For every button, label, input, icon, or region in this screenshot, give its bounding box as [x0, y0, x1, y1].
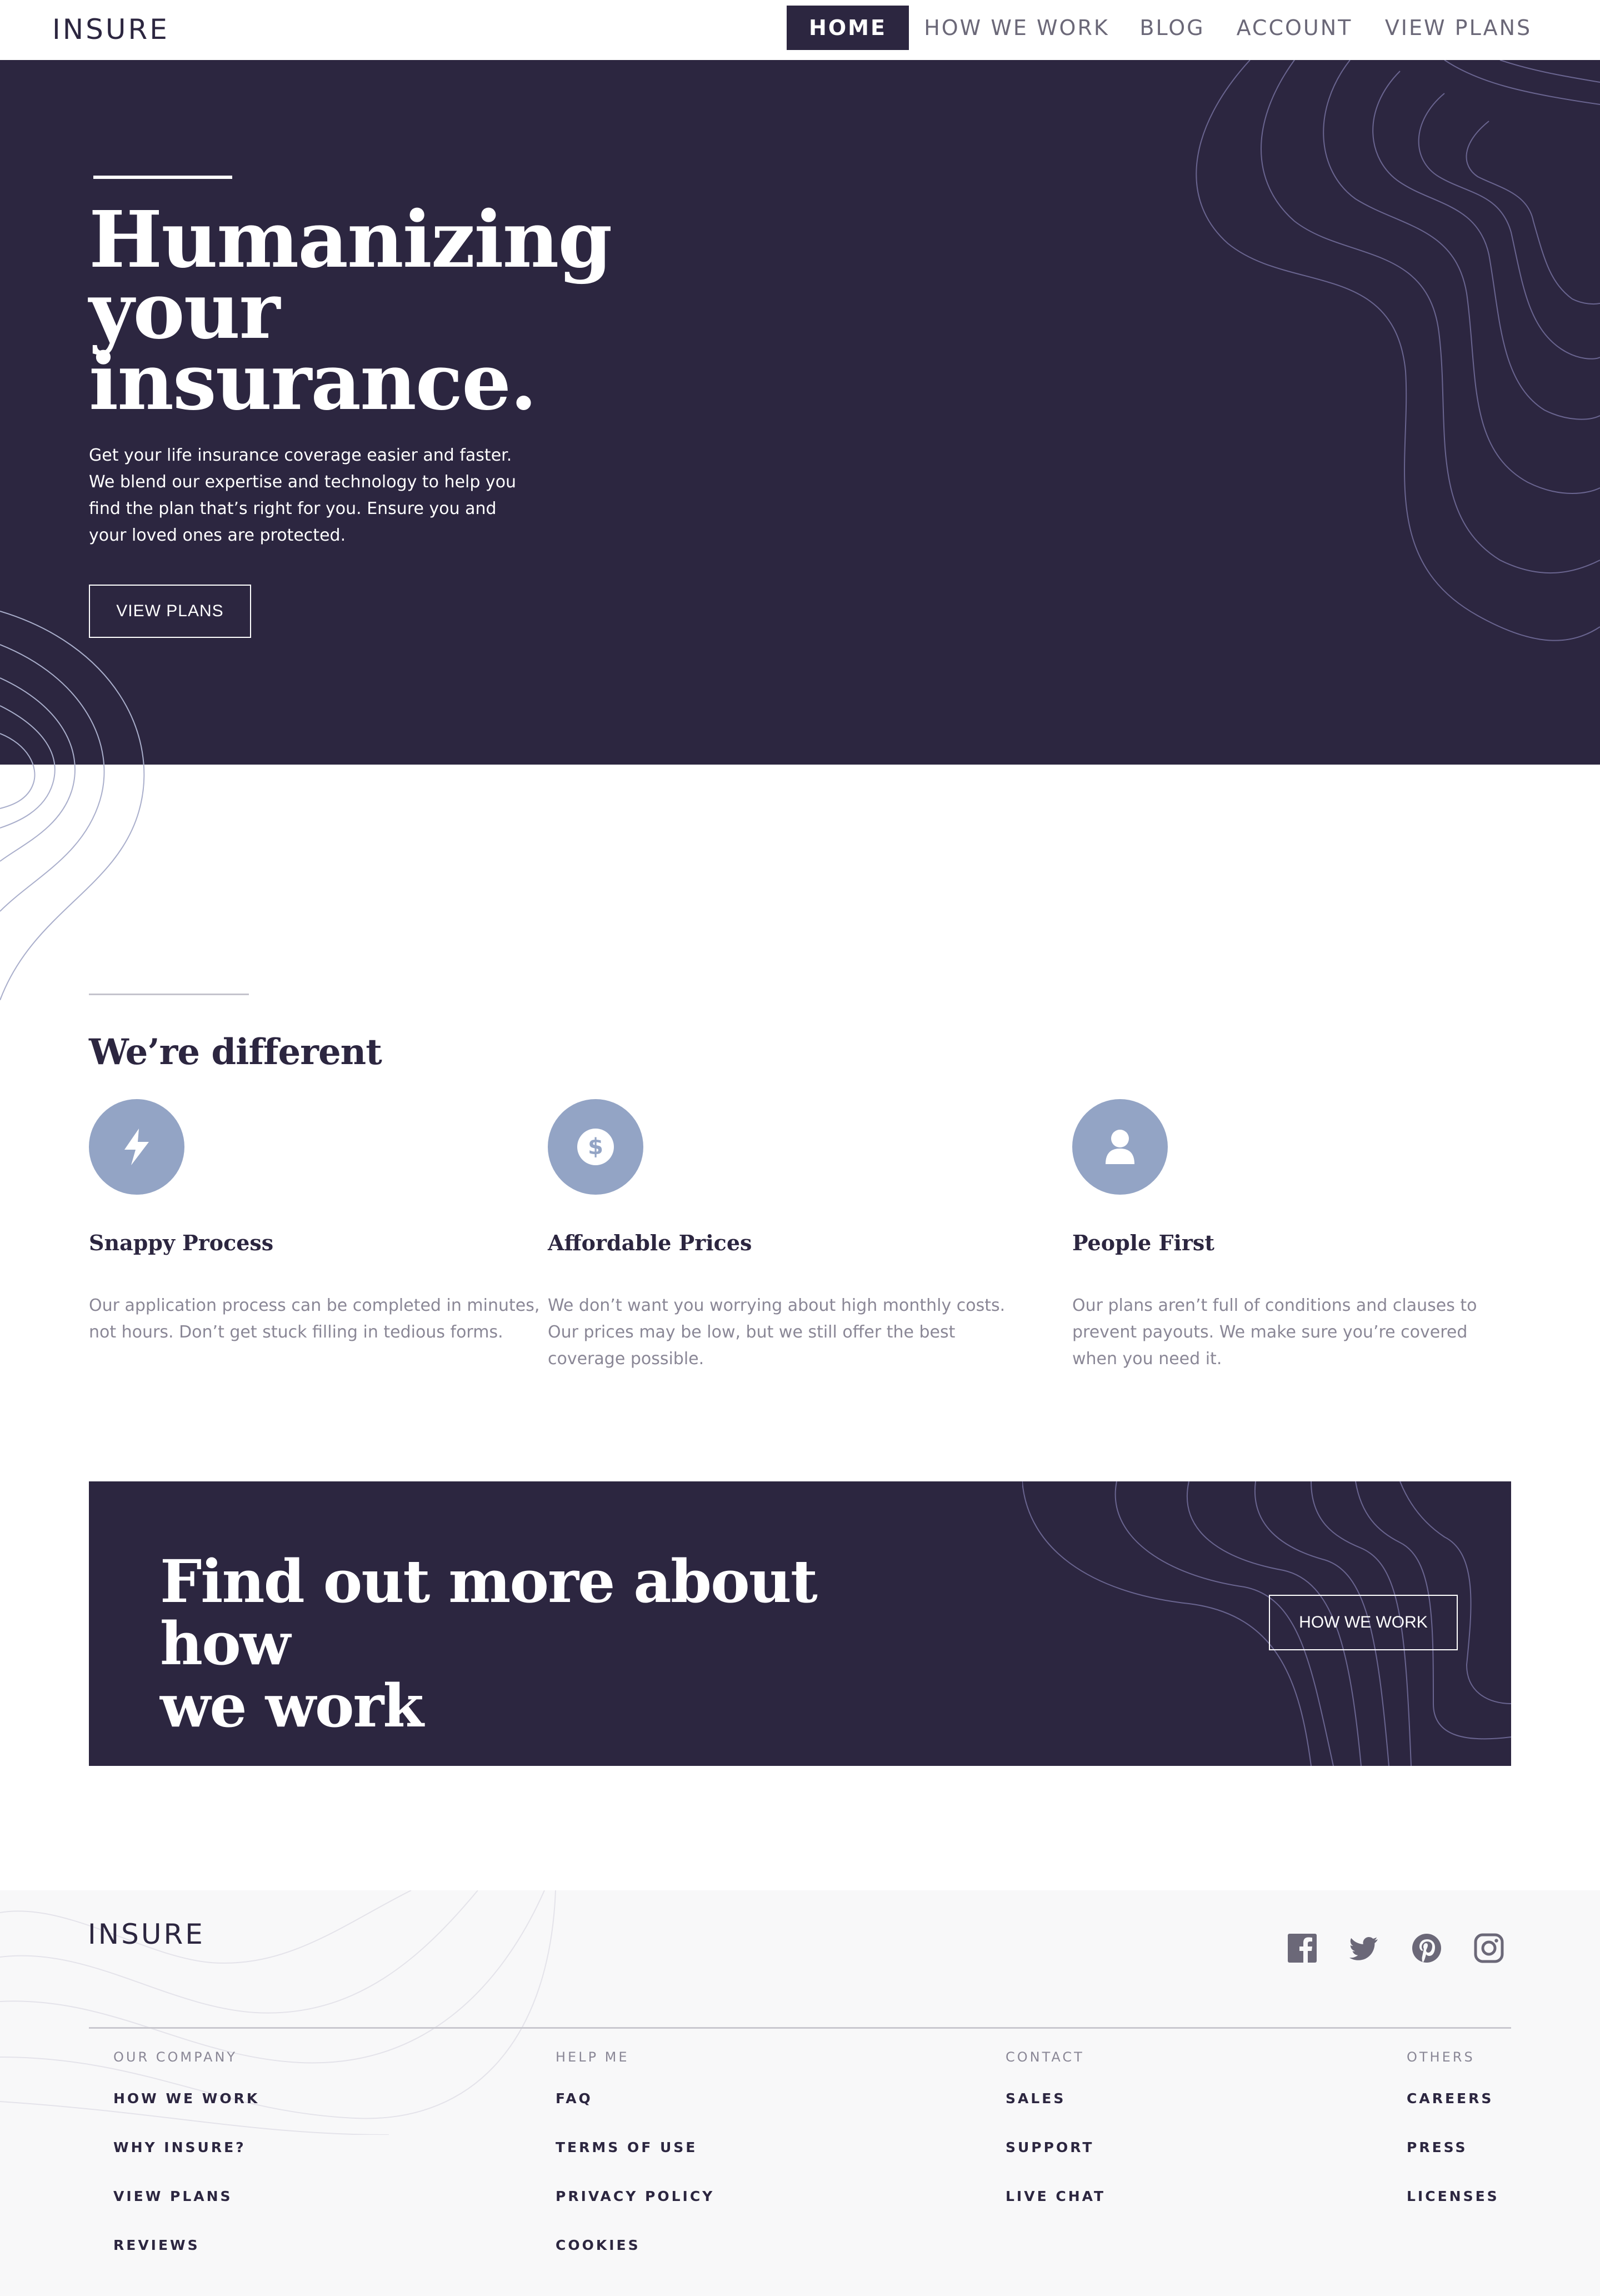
footer-col-heading: HELP ME: [556, 2049, 629, 2065]
left-topography-pattern: [0, 611, 145, 1000]
footer-link-how-we-work[interactable]: HOW WE WORK: [113, 2090, 259, 2107]
footer-link-licenses[interactable]: LICENSES: [1407, 2188, 1499, 2204]
footer-divider: [89, 2027, 1511, 2029]
hero-title: Humanizing your insurance.: [89, 194, 644, 428]
feature-title: Affordable Prices: [548, 1230, 752, 1255]
people-first-icon-badge: [1072, 1099, 1168, 1195]
feature-title: People First: [1072, 1230, 1214, 1255]
nav-blog[interactable]: BLOG: [1133, 6, 1211, 50]
dollar-icon: $: [577, 1129, 614, 1165]
nav-home[interactable]: HOME: [787, 6, 909, 50]
banner-title-line: Find out more about how: [160, 1546, 818, 1678]
footer-link-careers[interactable]: CAREERS: [1407, 2090, 1493, 2107]
hero-title-line: your: [89, 266, 280, 357]
footer-col-heading: OTHERS: [1407, 2049, 1475, 2065]
nav-account[interactable]: ACCOUNT: [1233, 6, 1356, 50]
hero-section: Humanizing your insurance. Get your life…: [0, 60, 1600, 765]
hero-title-line: insurance.: [89, 337, 537, 428]
footer-link-faq[interactable]: FAQ: [556, 2090, 593, 2107]
footer-col-heading: OUR COMPANY: [113, 2049, 238, 2065]
pinterest-icon[interactable]: [1411, 1933, 1442, 1964]
feature-description: Our plans aren’t full of conditions and …: [1072, 1296, 1477, 1369]
footer-link-terms-of-use[interactable]: TERMS OF USE: [556, 2139, 697, 2155]
nav-how-we-work[interactable]: HOW WE WORK: [922, 6, 1111, 50]
footer-link-cookies[interactable]: COOKIES: [556, 2237, 641, 2253]
footer-link-sales[interactable]: SALES: [1006, 2090, 1066, 2107]
footer-link-privacy-policy[interactable]: PRIVACY POLICY: [556, 2188, 714, 2204]
footer-col-heading: CONTACT: [1006, 2049, 1084, 2065]
top-navbar: INSURE HOME HOW WE WORK BLOG ACCOUNT VIE…: [0, 0, 1600, 60]
hero-description: Get your life insurance coverage easier …: [89, 446, 517, 545]
footer-link-live-chat[interactable]: LIVE CHAT: [1006, 2188, 1106, 2204]
footer-link-press[interactable]: PRESS: [1407, 2139, 1468, 2155]
feature-description: Our application process can be completed…: [89, 1296, 540, 1342]
feature-description: We don’t want you worrying about high mo…: [548, 1296, 1006, 1369]
footer: INSURE OUR COMPANY HOW WE WORK WHY INSUR…: [0, 1890, 1600, 2296]
how-we-work-button[interactable]: HOW WE WORK: [1269, 1595, 1458, 1650]
footer-logo[interactable]: INSURE: [88, 1918, 205, 1950]
hero-topography-pattern: [1196, 60, 1600, 641]
banner-title-line: we work: [160, 1671, 424, 1740]
instagram-icon[interactable]: [1473, 1933, 1504, 1964]
footer-link-support[interactable]: SUPPORT: [1006, 2139, 1094, 2155]
lightning-icon: [124, 1129, 149, 1165]
footer-link-view-plans[interactable]: VIEW PLANS: [113, 2188, 233, 2204]
how-we-work-banner: Find out more about how we work HOW WE W…: [89, 1481, 1511, 1766]
snappy-process-icon-badge: [89, 1099, 184, 1195]
section-accent-line: [89, 994, 249, 995]
facebook-icon[interactable]: [1287, 1933, 1318, 1964]
twitter-icon[interactable]: [1349, 1933, 1380, 1964]
svg-text:$: $: [588, 1134, 603, 1160]
site-logo[interactable]: INSURE: [52, 13, 169, 46]
footer-link-reviews[interactable]: REVIEWS: [113, 2237, 200, 2253]
person-icon: [1106, 1130, 1134, 1164]
affordable-prices-icon-badge: $: [548, 1099, 643, 1195]
section-title: We’re different: [89, 1031, 382, 1073]
hero-title-line: Humanizing: [89, 194, 612, 286]
nav-view-plans[interactable]: VIEW PLANS: [1378, 6, 1539, 50]
hero-accent-line: [93, 176, 232, 179]
feature-title: Snappy Process: [89, 1230, 274, 1255]
footer-link-why-insure[interactable]: WHY INSURE?: [113, 2139, 246, 2155]
banner-title: Find out more about how we work: [160, 1550, 916, 1737]
